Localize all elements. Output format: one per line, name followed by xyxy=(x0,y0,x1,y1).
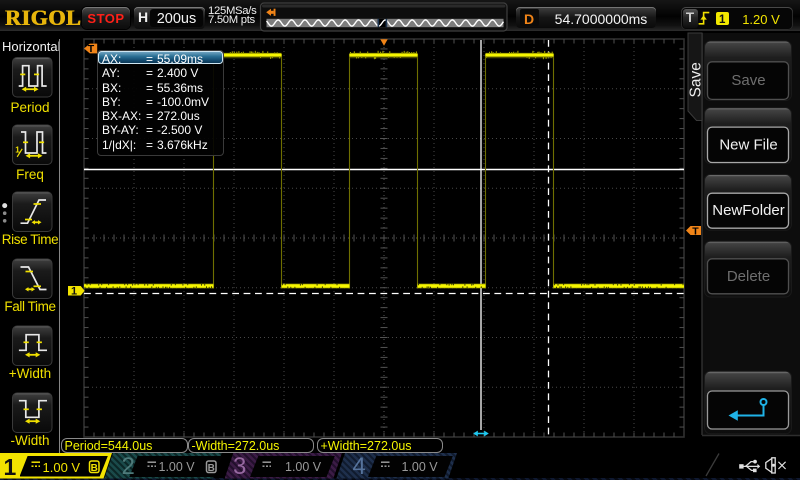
svg-text:B: B xyxy=(91,463,98,474)
svg-text:B: B xyxy=(208,463,215,474)
